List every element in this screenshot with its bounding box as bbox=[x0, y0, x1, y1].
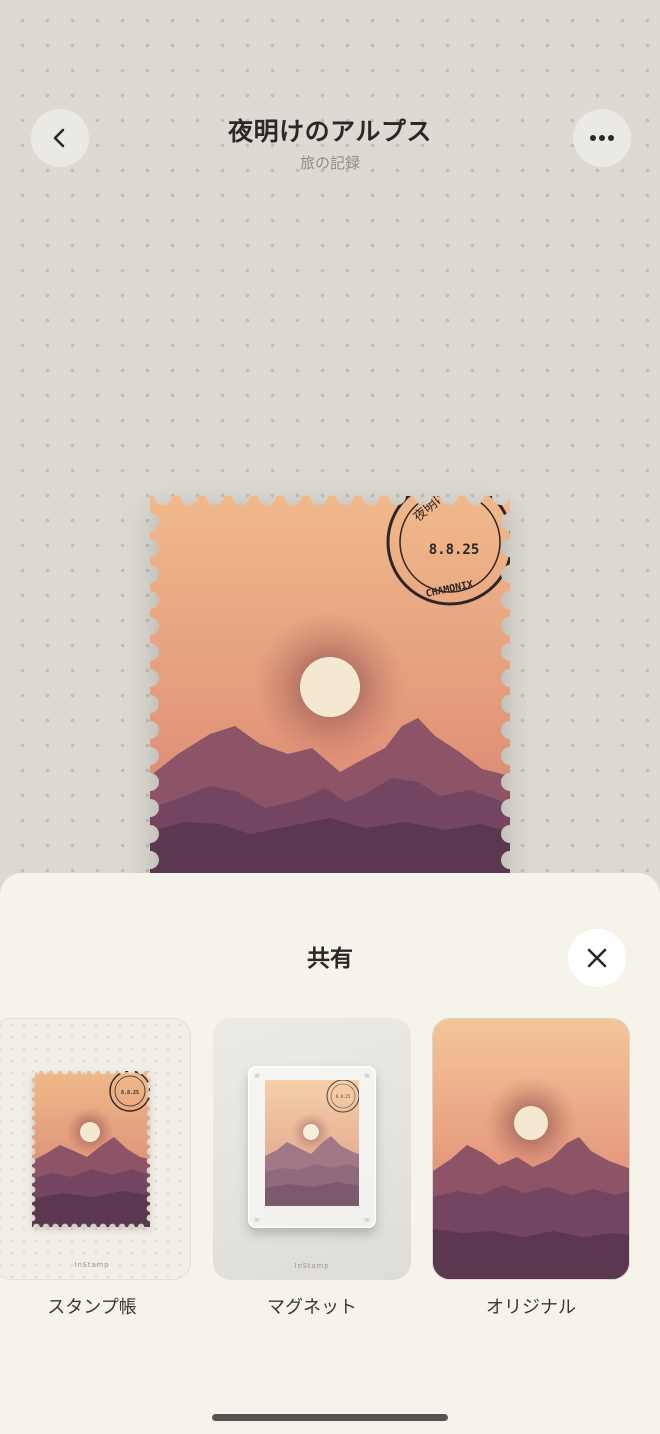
share-option-magnet[interactable]: 8.8.25 InStamp マグネット bbox=[213, 1018, 411, 1319]
option-label: オリジナル bbox=[486, 1297, 576, 1318]
magnet-postmark-date: 8.8.25 bbox=[336, 1094, 351, 1099]
header-title-block: 夜明けのアルプス 旅の記録 bbox=[130, 112, 530, 173]
original-preview-card[interactable] bbox=[432, 1018, 630, 1280]
option-label: マグネット bbox=[267, 1297, 357, 1318]
magnet-preview-card[interactable]: 8.8.25 InStamp bbox=[213, 1018, 411, 1280]
more-options-button[interactable] bbox=[573, 109, 631, 167]
stampbook-preview-card[interactable]: 8.8.25 InStamp bbox=[0, 1018, 191, 1280]
mini-postmark-date: 8.8.25 bbox=[121, 1090, 139, 1096]
share-option-original[interactable]: オリジナル bbox=[432, 1018, 630, 1319]
share-sheet-title: 共有 bbox=[307, 946, 353, 972]
option-label: スタンプ帳 bbox=[47, 1297, 137, 1318]
close-icon bbox=[587, 948, 607, 968]
home-indicator bbox=[212, 1414, 448, 1421]
back-button[interactable] bbox=[31, 109, 89, 167]
page-title: 夜明けのアルプス bbox=[228, 117, 432, 146]
share-sheet: 共有 8.8.25 InStamp スタンプ帳 8.8.25 InStamp マ… bbox=[0, 873, 660, 1434]
acrylic-frame: 8.8.25 bbox=[248, 1066, 376, 1228]
page-subtitle: 旅の記録 bbox=[299, 154, 360, 172]
mini-stamp: 8.8.25 bbox=[32, 1071, 150, 1227]
brand-label: InStamp bbox=[294, 1262, 330, 1270]
chevron-left-icon bbox=[53, 128, 65, 148]
close-button[interactable] bbox=[568, 929, 626, 987]
ellipsis-icon bbox=[590, 135, 614, 141]
brand-label: InStamp bbox=[74, 1261, 110, 1269]
sun bbox=[300, 657, 360, 717]
original-artwork bbox=[433, 1019, 629, 1279]
magnet-stamp: 8.8.25 bbox=[265, 1080, 359, 1206]
main-stamp: 8.8.25 夜明け CHAMONIX bbox=[140, 486, 520, 886]
share-option-stampbook[interactable]: 8.8.25 InStamp スタンプ帳 bbox=[0, 1018, 191, 1319]
postmark-date: 8.8.25 bbox=[429, 542, 480, 558]
